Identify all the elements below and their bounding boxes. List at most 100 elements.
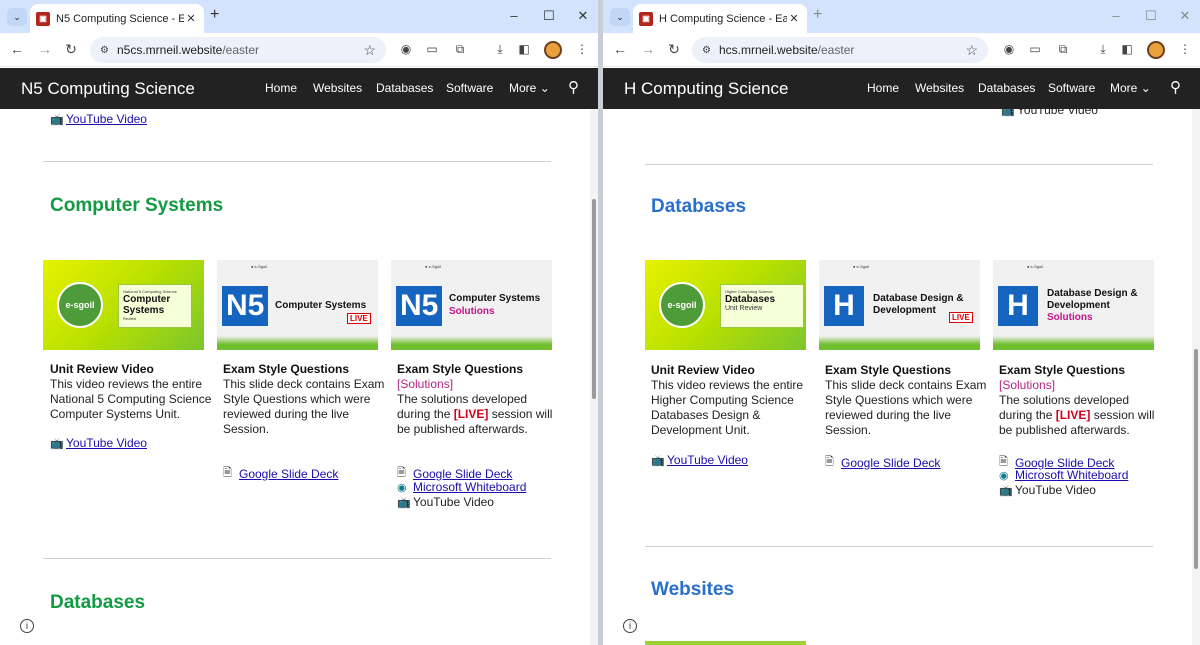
- youtube-item: 📺 YouTube Video: [397, 495, 494, 509]
- plain-text: YouTube Video: [413, 495, 494, 509]
- site-info-icon[interactable]: ⚙: [702, 45, 711, 56]
- nav-software[interactable]: Software: [446, 81, 493, 95]
- profile-avatar[interactable]: [1147, 41, 1165, 59]
- maximize-icon[interactable]: ☐: [1143, 8, 1159, 24]
- nav-more[interactable]: More ⌄: [509, 81, 550, 95]
- close-window-icon[interactable]: ✕: [575, 8, 591, 24]
- extension-icon-2[interactable]: ▭: [1027, 42, 1043, 56]
- thumbnail-unit-review[interactable]: e-sgoil Higher Computing Science Databas…: [645, 260, 806, 350]
- extension-icon[interactable]: ◉: [398, 42, 414, 56]
- address-bar[interactable]: ⚙ n5cs.mrneil.website/easter ☆: [90, 37, 386, 63]
- thumbnail-exam-questions[interactable]: ● e-Sgoil N5 Computer Systems LIVE: [217, 260, 378, 350]
- new-tab-icon[interactable]: +: [813, 6, 822, 24]
- nav-websites[interactable]: Websites: [313, 81, 362, 95]
- tab-close-icon[interactable]: ✕: [184, 12, 198, 25]
- link-text[interactable]: Google Slide Deck: [239, 467, 338, 481]
- search-icon[interactable]: ⚲: [568, 78, 579, 96]
- side-panel-icon[interactable]: ◧: [1119, 42, 1135, 56]
- document-icon: 🗎: [223, 467, 232, 479]
- review-box: National 5 Computing Science Computer Sy…: [118, 284, 192, 328]
- browser-tab[interactable]: ▣ H Computing Science - Easter ✕: [633, 4, 807, 33]
- url-host: n5cs.mrneil.website: [116, 43, 223, 57]
- site-info-icon[interactable]: ⚙: [100, 45, 109, 56]
- link-text[interactable]: YouTube Video: [667, 453, 748, 467]
- menu-kebab-icon[interactable]: ⋮: [1177, 42, 1193, 56]
- card-line: reviewed during the live: [223, 407, 350, 421]
- youtube-link[interactable]: 📺 YouTube Video: [651, 453, 748, 467]
- new-tab-icon[interactable]: +: [210, 6, 219, 24]
- extension-icon[interactable]: ◉: [1001, 42, 1017, 56]
- scrollbar-thumb[interactable]: [592, 199, 596, 399]
- thumb-title: Computer Systems: [449, 293, 541, 304]
- nav-databases[interactable]: Databases: [376, 81, 433, 95]
- link-text[interactable]: Google Slide Deck: [413, 467, 512, 481]
- browser-tab[interactable]: ▣ N5 Computing Science - Easter ✕: [30, 4, 204, 33]
- profile-avatar[interactable]: [544, 41, 562, 59]
- thumbnail-exam-solutions[interactable]: ● e-Sgoil N5 Computer Systems Solutions: [391, 260, 552, 350]
- tab-search-icon[interactable]: ⌄: [610, 8, 630, 26]
- thumbnail-exam-solutions[interactable]: ● e-Sgoil H Database Design & Developmen…: [993, 260, 1154, 350]
- menu-kebab-icon[interactable]: ⋮: [574, 42, 590, 56]
- review-box: Higher Computing Science Databases Unit …: [720, 284, 804, 328]
- link-text[interactable]: YouTube Video: [66, 436, 147, 450]
- slide-deck-link[interactable]: 🗎 Google Slide Deck: [825, 453, 940, 472]
- card-line: reviewed during the live: [825, 408, 952, 422]
- video-icon: 📺: [50, 437, 64, 450]
- top-youtube-link[interactable]: 📺 YouTube Video: [50, 112, 147, 126]
- bookmark-star-icon[interactable]: ☆: [965, 42, 978, 59]
- youtube-link[interactable]: 📺 YouTube Video: [50, 436, 147, 450]
- close-window-icon[interactable]: ✕: [1177, 8, 1193, 24]
- nav-websites[interactable]: Websites: [915, 81, 964, 95]
- url-host: hcs.mrneil.website: [718, 43, 818, 57]
- link-text[interactable]: Microsoft Whiteboard: [1015, 468, 1128, 482]
- side-panel-icon[interactable]: ◧: [516, 42, 532, 56]
- reload-icon[interactable]: ↻: [665, 41, 683, 58]
- back-icon[interactable]: ←: [8, 41, 26, 57]
- bookmark-star-icon[interactable]: ☆: [363, 42, 376, 59]
- nav-databases[interactable]: Databases: [978, 81, 1035, 95]
- section-heading: Computer Systems: [50, 195, 224, 216]
- scrollbar[interactable]: [1192, 109, 1200, 645]
- extension-icon-2[interactable]: ▭: [424, 42, 440, 56]
- section-heading: Websites: [651, 579, 735, 600]
- minimize-icon[interactable]: –: [506, 8, 522, 23]
- card-text: [Solutions] The solutions developed duri…: [999, 378, 1154, 438]
- slide-deck-link[interactable]: 🗎 Google Slide Deck: [223, 464, 338, 483]
- forward-icon[interactable]: →: [639, 41, 657, 57]
- search-icon[interactable]: ⚲: [1170, 78, 1181, 96]
- thumbnail-unit-review[interactable]: e-sgoil National 5 Computing Science Com…: [43, 260, 204, 350]
- nav-software[interactable]: Software: [1048, 81, 1095, 95]
- download-icon[interactable]: ⤓: [1095, 42, 1111, 57]
- card-text-part: during the: [999, 408, 1053, 422]
- link-text[interactable]: YouTube Video: [66, 112, 147, 126]
- extensions-puzzle-icon[interactable]: ⧉: [1055, 42, 1071, 57]
- link-text[interactable]: Google Slide Deck: [841, 456, 940, 470]
- site-brand[interactable]: H Computing Science: [624, 79, 788, 99]
- forward-icon[interactable]: →: [36, 41, 54, 57]
- extensions-puzzle-icon[interactable]: ⧉: [452, 42, 468, 57]
- browser-toolbar: ← → ↻ ⚙ hcs.mrneil.website/easter ☆ ◉ ▭ …: [603, 33, 1200, 67]
- nav-more[interactable]: More ⌄: [1110, 81, 1151, 95]
- whiteboard-link[interactable]: ◉ Microsoft Whiteboard: [999, 468, 1128, 482]
- nav-home[interactable]: Home: [265, 81, 297, 95]
- address-bar[interactable]: ⚙ hcs.mrneil.website/easter ☆: [692, 37, 988, 63]
- scrollbar-thumb[interactable]: [1194, 349, 1198, 569]
- info-icon[interactable]: i: [623, 619, 637, 633]
- scrollbar[interactable]: [590, 109, 598, 645]
- download-icon[interactable]: ⤓: [492, 42, 508, 57]
- reload-icon[interactable]: ↻: [62, 41, 80, 58]
- info-icon[interactable]: i: [20, 619, 34, 633]
- minimize-icon[interactable]: –: [1108, 8, 1124, 23]
- maximize-icon[interactable]: ☐: [541, 8, 557, 24]
- whiteboard-link[interactable]: ◉ Microsoft Whiteboard: [397, 480, 526, 494]
- divider: [645, 546, 1153, 547]
- link-text[interactable]: Microsoft Whiteboard: [413, 480, 526, 494]
- card-line: be published afterwards.: [397, 422, 528, 436]
- thumbnail-exam-questions[interactable]: ● e-Sgoil H Database Design & Developmen…: [819, 260, 980, 350]
- nav-more-label: More: [509, 81, 537, 95]
- tab-close-icon[interactable]: ✕: [787, 12, 801, 25]
- site-brand[interactable]: N5 Computing Science: [21, 79, 195, 99]
- tab-search-icon[interactable]: ⌄: [7, 8, 27, 26]
- back-icon[interactable]: ←: [611, 41, 629, 57]
- nav-home[interactable]: Home: [867, 81, 899, 95]
